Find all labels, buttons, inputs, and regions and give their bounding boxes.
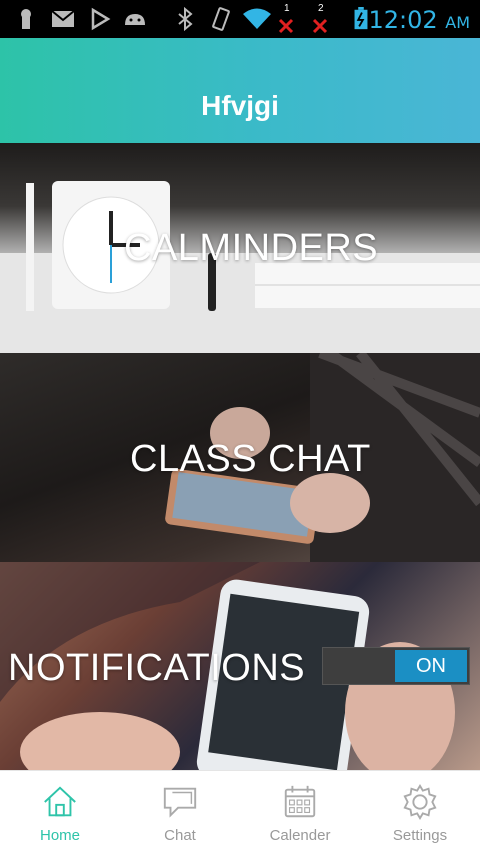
bluetooth-icon xyxy=(178,7,193,31)
calminders-label: CALMINDERS xyxy=(124,227,379,269)
gmail-icon xyxy=(51,10,75,27)
nav-calendar[interactable]: Calender xyxy=(240,771,360,854)
nav-home-label: Home xyxy=(39,827,80,844)
sim2-label: 2 xyxy=(318,3,324,14)
page-title: Hfvjgi xyxy=(201,89,279,121)
keyhole-icon xyxy=(21,9,31,29)
clock-ampm: AM xyxy=(445,13,470,32)
toggle-on-state: ON xyxy=(395,650,467,682)
vibrate-icon xyxy=(212,7,230,31)
calminders-tile[interactable]: CALMINDERS xyxy=(0,143,480,353)
play-store-icon xyxy=(91,7,111,31)
no-signal-icon xyxy=(278,18,294,34)
gear-icon xyxy=(403,784,437,820)
home-icon xyxy=(44,786,76,817)
nav-settings[interactable]: Settings xyxy=(360,771,480,854)
status-bar: 1 2 12:02 AM xyxy=(0,0,480,38)
class-chat-label: CLASS CHAT xyxy=(130,438,371,480)
app-bar: Hfvjgi xyxy=(0,38,480,143)
chat-icon xyxy=(163,787,197,818)
nav-chat-label: Chat xyxy=(164,827,196,844)
calendar-icon xyxy=(284,785,316,818)
battery-charging-icon xyxy=(354,7,368,30)
notifications-toggle[interactable]: ON xyxy=(322,647,470,685)
nav-settings-label: Settings xyxy=(392,827,448,844)
nav-calendar-label: Calender xyxy=(269,827,331,844)
no-signal-icon xyxy=(312,18,328,34)
class-chat-tile[interactable]: CLASS CHAT xyxy=(0,353,480,562)
nav-home[interactable]: Home xyxy=(0,771,120,854)
clock: 12:02 AM xyxy=(368,6,470,34)
nav-chat[interactable]: Chat xyxy=(120,771,240,854)
notifications-tile[interactable]: NOTIFICATIONS ON xyxy=(0,562,480,770)
wifi-icon xyxy=(243,8,271,29)
bottom-navigation: Home Chat Calender Settings xyxy=(0,770,480,854)
clock-time: 12:02 xyxy=(368,6,438,34)
android-icon xyxy=(125,14,145,25)
sim1-label: 1 xyxy=(284,3,290,14)
notifications-label: NOTIFICATIONS xyxy=(8,647,306,689)
